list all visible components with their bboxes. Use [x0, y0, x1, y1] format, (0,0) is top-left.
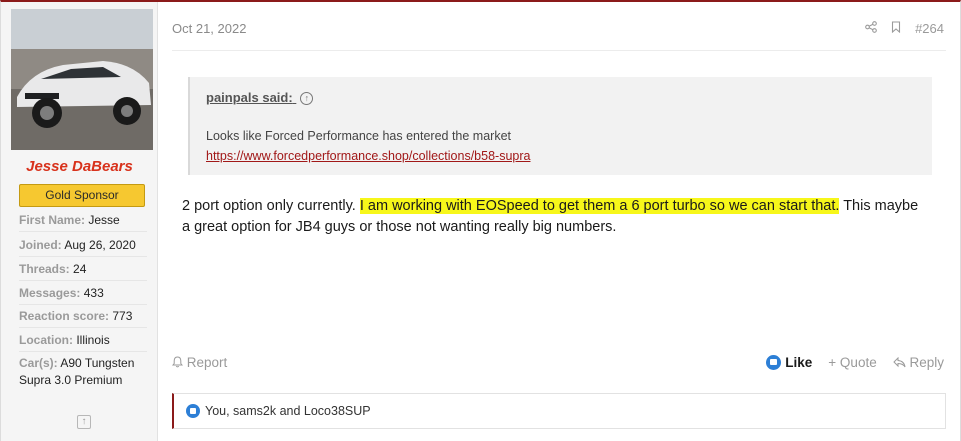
stat-value: Jesse	[88, 213, 120, 227]
header-divider	[172, 50, 946, 51]
reactions-bar[interactable]: You, sams2k and Loco38SUP	[172, 393, 946, 429]
stat-value: 433	[83, 286, 104, 300]
reply-icon	[893, 355, 910, 370]
stat-value: 24	[73, 262, 87, 276]
stat-value: Illinois	[76, 333, 110, 347]
like-label[interactable]: Like	[785, 355, 812, 370]
stat-label: Threads:	[19, 262, 70, 276]
report-label[interactable]: Report	[187, 355, 228, 370]
post-header-actions: #264	[865, 18, 944, 38]
user-title-badge: Gold Sponsor	[19, 184, 145, 207]
reply-label[interactable]: Reply	[909, 355, 944, 370]
quote-text: Looks like Forced Performance has entere…	[206, 129, 512, 143]
share-icon[interactable]	[865, 20, 877, 36]
post-number[interactable]: #264	[915, 21, 944, 36]
stat-joined: Joined: Aug 26, 2020	[19, 238, 147, 257]
reply-button[interactable]: Reply	[893, 355, 944, 370]
quote-author[interactable]: painpals said:	[206, 90, 293, 105]
post-footer-actions: Like + Quote Reply	[766, 355, 944, 370]
bell-icon	[171, 355, 187, 370]
stat-messages: Messages: 433	[19, 286, 147, 305]
thumbs-up-icon	[186, 404, 200, 418]
reactions-list[interactable]: You, sams2k and Loco38SUP	[205, 404, 371, 418]
quote-link[interactable]: https://www.forcedperformance.shop/colle…	[206, 149, 530, 163]
quote-author-link[interactable]: painpals said: ↑	[206, 90, 314, 105]
stat-label: Car(s):	[19, 356, 58, 370]
post-container: Jesse DaBears Gold Sponsor First Name: J…	[0, 0, 961, 441]
stat-cars: Car(s): A90 Tungsten Supra 3.0 Premium	[19, 355, 147, 393]
quote-jump-icon[interactable]: ↑	[300, 92, 314, 105]
stat-threads: Threads: 24	[19, 262, 147, 281]
scroll-up-icon[interactable]: ↑	[77, 415, 91, 429]
stat-label: Location:	[19, 333, 73, 347]
avatar[interactable]	[11, 9, 153, 150]
bookmark-icon[interactable]	[891, 20, 901, 36]
user-sidebar: Jesse DaBears Gold Sponsor First Name: J…	[1, 2, 158, 441]
report-link[interactable]: Report	[171, 355, 228, 370]
like-button[interactable]: Like	[766, 355, 812, 370]
stat-reaction-score: Reaction score: 773	[19, 309, 147, 328]
message-highlight: I am working with EOSpeed to get them a …	[359, 198, 840, 214]
stat-location: Location: Illinois	[19, 333, 147, 352]
message-text: 2 port option only currently.	[182, 198, 360, 214]
stat-first-name: First Name: Jesse	[19, 213, 147, 232]
quoted-post: painpals said: ↑ Looks like Forced Perfo…	[188, 77, 932, 175]
quote-button[interactable]: + Quote	[828, 355, 876, 370]
stat-label: Messages:	[19, 286, 81, 300]
stat-label: First Name:	[19, 213, 86, 227]
message-body: 2 port option only currently. I am worki…	[182, 196, 922, 238]
stat-label: Joined:	[19, 238, 62, 252]
thumbs-up-icon	[766, 355, 782, 370]
username[interactable]: Jesse DaBears	[1, 158, 158, 175]
stat-value: Aug 26, 2020	[64, 238, 136, 252]
stat-label: Reaction score:	[19, 309, 110, 323]
stat-value: 773	[112, 309, 133, 323]
post-date[interactable]: Oct 21, 2022	[172, 21, 246, 36]
